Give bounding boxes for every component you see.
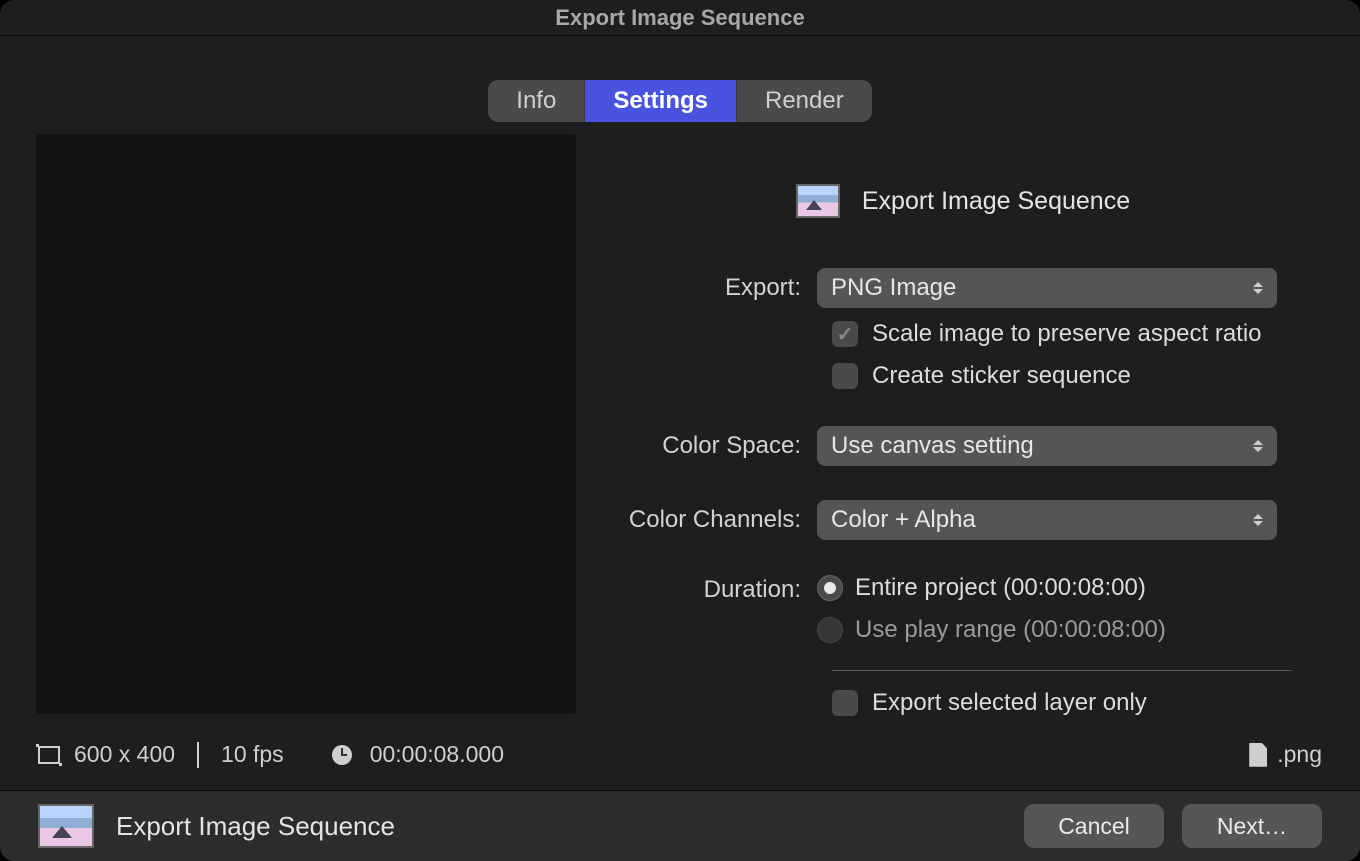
color-channels-label: Color Channels: [602,506,817,534]
tab-bar: Info Settings Render [36,80,1324,122]
export-format-select[interactable]: PNG Image [817,268,1277,308]
duration-playrange-label: Use play range (00:00:08:00) [855,616,1166,644]
export-selected-layer-checkbox[interactable] [832,690,858,716]
duration-label: Duration: [602,574,817,604]
divider [832,670,1292,671]
preview-pane [36,134,576,714]
tab-settings[interactable]: Settings [585,80,737,122]
info-bar: 600 x 400 10 fps 00:00:08.000 .png [36,731,1324,790]
chevron-updown-icon [1253,440,1263,452]
next-button[interactable]: Next… [1182,804,1322,848]
chevron-updown-icon [1253,514,1263,526]
separator [197,742,199,768]
clock-icon [332,745,352,765]
tab-render[interactable]: Render [737,80,872,122]
color-channels-value: Color + Alpha [831,506,976,534]
preview-waveform [36,134,576,714]
sticker-sequence-checkbox[interactable] [832,363,858,389]
export-dialog: Export Image Sequence Info Settings Rend… [0,0,1360,861]
tab-info[interactable]: Info [488,80,585,122]
scale-aspect-label: Scale image to preserve aspect ratio [872,320,1262,348]
duration-entire-label: Entire project (00:00:08:00) [855,574,1146,602]
chevron-updown-icon [1253,282,1263,294]
dimensions-value: 600 x 400 [74,741,175,768]
settings-header: Export Image Sequence [862,187,1130,216]
cancel-button[interactable]: Cancel [1024,804,1164,848]
file-extension: .png [1277,741,1322,768]
preset-thumbnail-icon [38,804,94,848]
duration-playrange-radio [817,617,843,643]
export-selected-layer-label: Export selected layer only [872,689,1147,717]
settings-panel: Export Image Sequence Export: PNG Image … [576,134,1324,731]
bottom-bar: Export Image Sequence Cancel Next… [0,790,1360,861]
sticker-sequence-label: Create sticker sequence [872,362,1131,390]
footer-title: Export Image Sequence [116,811,395,842]
fps-value: 10 fps [221,741,284,768]
color-space-label: Color Space: [602,432,817,460]
duration-entire-radio[interactable] [817,575,843,601]
color-channels-select[interactable]: Color + Alpha [817,500,1277,540]
dimensions-icon [38,746,60,764]
export-label: Export: [602,274,817,302]
scale-aspect-checkbox[interactable] [832,321,858,347]
color-space-select[interactable]: Use canvas setting [817,426,1277,466]
time-value: 00:00:08.000 [370,741,504,768]
export-format-value: PNG Image [831,274,956,302]
window-title: Export Image Sequence [0,0,1360,36]
preset-thumbnail-icon [796,184,840,218]
file-icon [1249,743,1267,767]
color-space-value: Use canvas setting [831,432,1034,460]
